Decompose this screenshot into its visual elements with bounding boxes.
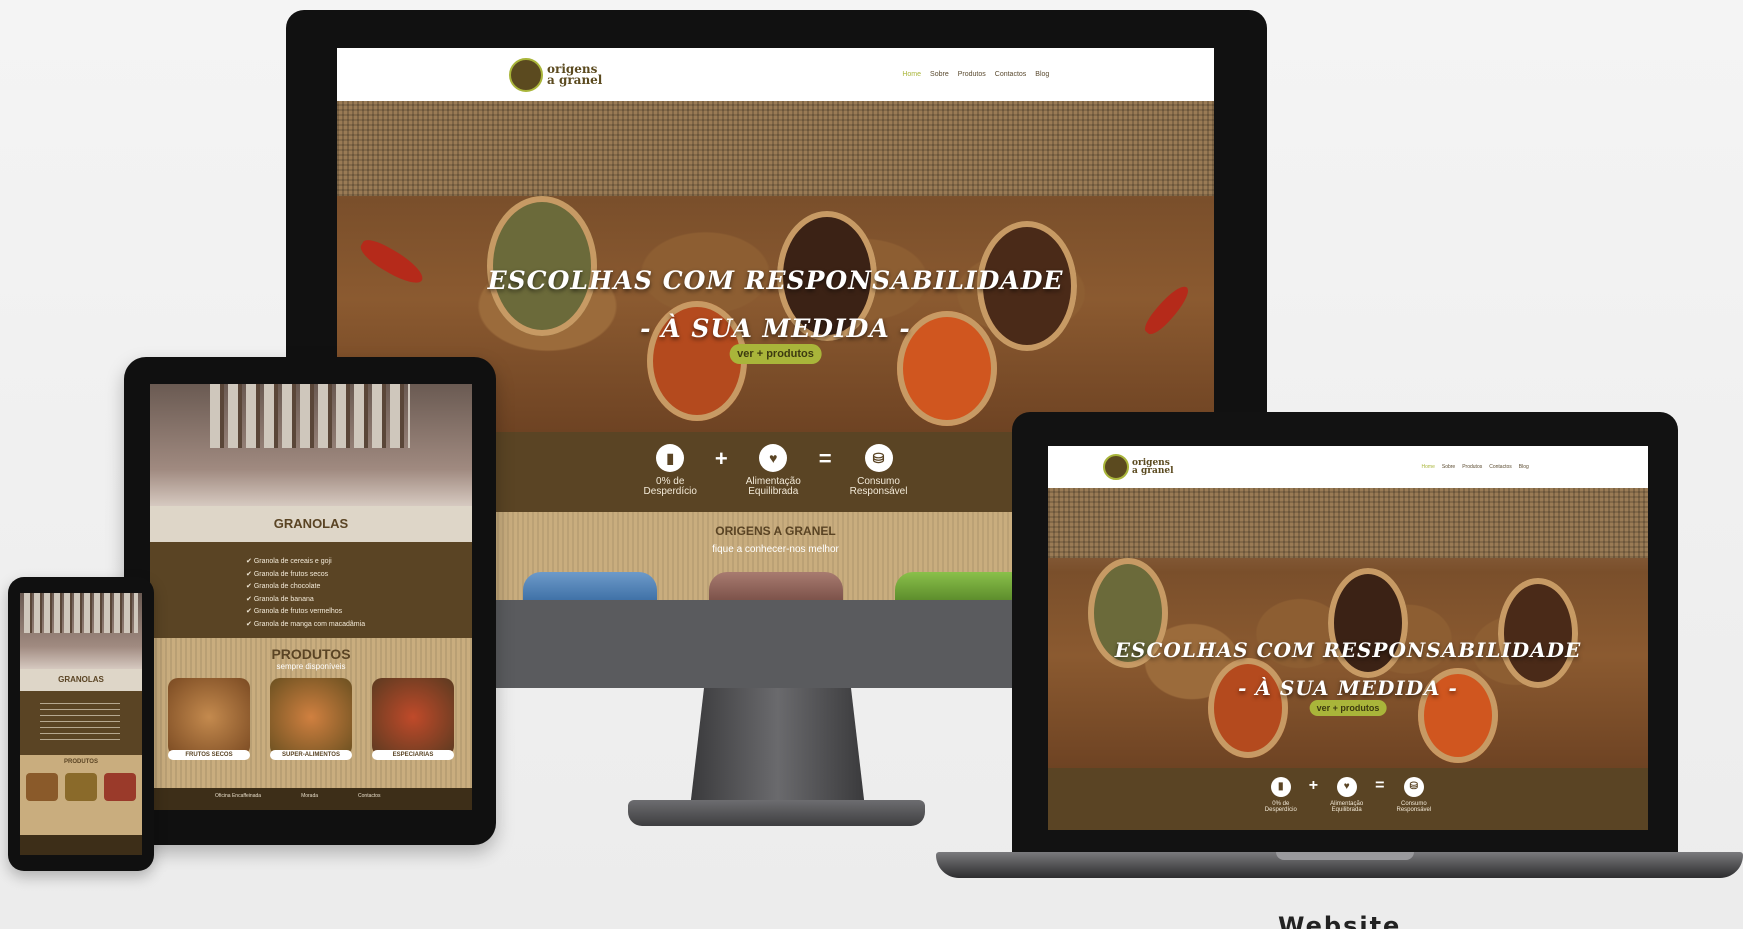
- plus-symbol: +: [714, 446, 728, 471]
- product-label: ESPECIARIAS: [372, 750, 454, 760]
- bag-icon: ⛁: [864, 444, 893, 472]
- menu-item-produtos[interactable]: Produtos: [958, 71, 986, 78]
- phone-granola-list: [40, 703, 120, 743]
- products-title: PRODUTOS: [271, 646, 351, 662]
- feature-balanced-diet: ♥ Alimentação Equilibrada: [746, 444, 801, 497]
- site-header: origens a granel Home Sobre Produtos Con…: [337, 48, 1214, 101]
- granolas-header: GRANOLAS: [150, 506, 472, 542]
- spoon-image: [1498, 578, 1578, 688]
- equals-symbol: =: [1375, 777, 1385, 794]
- site-logo[interactable]: origens a granel: [509, 57, 603, 92]
- laptop-view-products-button[interactable]: ver + produtos: [1309, 700, 1387, 716]
- view-products-button[interactable]: ver + produtos: [729, 344, 822, 364]
- granola-item[interactable]: ✔ Granola de frutos secos: [246, 569, 446, 582]
- heart-icon: ♥: [759, 444, 788, 472]
- about-card-image[interactable]: [895, 572, 1029, 600]
- granola-item[interactable]: ✔ Granola de chocolate: [246, 581, 446, 594]
- footer-col: Contactos: [358, 793, 381, 799]
- menu-item-blog[interactable]: Blog: [1519, 464, 1529, 470]
- phone-screen: GRANOLAS PRODUTOS: [20, 593, 142, 855]
- menu-item-home[interactable]: Home: [1422, 464, 1435, 470]
- brand-line2: a granel: [547, 72, 603, 87]
- footer-col: Morada: [301, 793, 319, 799]
- menu-item-produtos[interactable]: Produtos: [1462, 464, 1482, 470]
- menu-item-contactos[interactable]: Contactos: [995, 71, 1027, 78]
- granola-item[interactable]: ✔ Granola de manga com macadâmia: [246, 619, 446, 632]
- laptop-hero-banner: ESCOLHAS COM RESPONSABILIDADE - À SUA ME…: [1048, 488, 1648, 768]
- equals-symbol: =: [818, 446, 832, 471]
- laptop-site-logo[interactable]: origens a granel: [1103, 454, 1174, 480]
- laptop-screen: origens a granel Home Sobre Produtos Con…: [1048, 446, 1648, 830]
- caption: Website: [1278, 912, 1402, 929]
- plus-symbol: +: [1308, 777, 1319, 794]
- hero-subtitle: - À SUA MEDIDA -: [640, 314, 911, 343]
- feature-balanced-diet: ♥ Alimentação Equilibrada: [1330, 777, 1363, 813]
- menu-item-sobre[interactable]: Sobre: [1442, 464, 1455, 470]
- feature-responsible: ⛁ Consumo Responsável: [1397, 777, 1431, 813]
- burlap-texture: [1048, 488, 1648, 558]
- device-mockup-stage: origens a granel Home Sobre Produtos Con…: [0, 0, 1743, 929]
- laptop-site-header: origens a granel Home Sobre Produtos Con…: [1048, 446, 1648, 488]
- menu-item-home[interactable]: Home: [902, 71, 921, 78]
- menu-item-sobre[interactable]: Sobre: [930, 71, 949, 78]
- heart-icon: ♥: [1336, 777, 1357, 797]
- granola-item[interactable]: ✔ Granola de frutos vermelhos: [246, 606, 446, 619]
- tablet-screen: GRANOLAS ✔ Granola de cereais e goji ✔ G…: [150, 384, 472, 810]
- granola-item[interactable]: ✔ Granola de cereais e goji: [246, 556, 446, 569]
- menu-item-blog[interactable]: Blog: [1035, 71, 1049, 78]
- monitor-stand: [690, 688, 865, 808]
- product-label: FRUTOS SECOS: [168, 750, 250, 760]
- phone-product-card[interactable]: [26, 773, 58, 801]
- burlap-texture: [337, 101, 1214, 196]
- feature-zero-waste: ▮ 0% de Desperdício: [644, 444, 697, 497]
- spice-tubes-image: [24, 593, 138, 633]
- phone-granolas-title: GRANOLAS: [58, 675, 104, 684]
- about-card-image[interactable]: [709, 572, 843, 600]
- hero-title: ESCOLHAS COM RESPONSABILIDADE: [487, 266, 1064, 295]
- feature-responsible: ⛁ Consumo Responsável: [850, 444, 907, 497]
- footer-col: Oficina Encaffeinada: [215, 793, 262, 799]
- phone-granolas-header: GRANOLAS: [20, 669, 142, 691]
- laptop-main-menu: Home Sobre Produtos Contactos Blog: [1422, 464, 1529, 470]
- granola-item[interactable]: ✔ Granola de banana: [246, 594, 446, 607]
- granola-list: ✔ Granola de cereais e goji ✔ Granola de…: [246, 556, 446, 631]
- laptop-hero-subtitle: - À SUA MEDIDA -: [1238, 676, 1458, 700]
- feature-zero-waste: ▮ 0% de Desperdício: [1265, 777, 1297, 813]
- laptop-values-band: ▮ 0% de Desperdício + ♥ Alimentação Equi…: [1048, 768, 1648, 830]
- bag-icon: ⛁: [1403, 777, 1424, 797]
- phone-product-card[interactable]: [104, 773, 136, 801]
- products-section: PRODUTOS sempre disponíveis FRUTOS SECOS…: [150, 638, 472, 788]
- tablet-footer: Oficina Encaffeinada Morada Contactos: [150, 788, 472, 810]
- about-card-image[interactable]: [523, 572, 657, 600]
- granolas-title: GRANOLAS: [273, 516, 349, 531]
- logo-mark-icon: [509, 57, 543, 92]
- product-label: SUPER-ALIMENTOS: [270, 750, 352, 760]
- jar-icon: ▮: [1270, 777, 1291, 797]
- jar-icon: ▮: [656, 444, 685, 472]
- main-menu: Home Sobre Produtos Contactos Blog: [902, 71, 1049, 78]
- products-subtitle: sempre disponíveis: [276, 662, 346, 671]
- laptop-hinge: [1276, 852, 1414, 860]
- product-card-frutos-secos[interactable]: [168, 678, 250, 756]
- spoon-image: [1208, 658, 1288, 758]
- phone-products-title: PRODUTOS: [64, 759, 98, 765]
- product-card-especiarias[interactable]: [372, 678, 454, 756]
- spice-tubes-image: [210, 384, 410, 448]
- phone-footer: [20, 835, 142, 855]
- product-card-super-alimentos[interactable]: [270, 678, 352, 756]
- laptop-hero-title: ESCOLHAS COM RESPONSABILIDADE: [1114, 638, 1582, 662]
- logo-mark-icon: [1103, 454, 1129, 480]
- monitor-base: [628, 800, 925, 826]
- menu-item-contactos[interactable]: Contactos: [1489, 464, 1512, 470]
- phone-products-section: PRODUTOS: [20, 755, 142, 835]
- phone-product-card[interactable]: [65, 773, 97, 801]
